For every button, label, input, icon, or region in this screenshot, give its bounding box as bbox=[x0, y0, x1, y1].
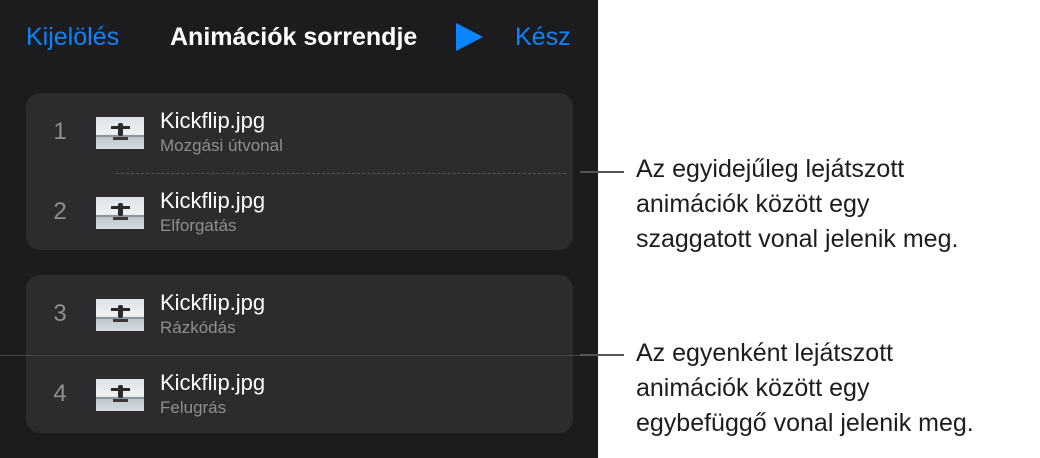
panel-title: Animációk sorrendje bbox=[170, 23, 418, 51]
kickflip-thumbnail-image bbox=[96, 379, 144, 411]
kickflip-thumbnail-image bbox=[96, 299, 144, 331]
callout-dashed-line-text: Az egyidejűleg lejátszott animációk közö… bbox=[636, 152, 1036, 257]
animation-effect-label: Felugrás bbox=[160, 398, 227, 417]
build-order-number: 4 bbox=[53, 380, 67, 407]
callout-text-line: animációk között egy bbox=[636, 190, 870, 218]
build-order-number: 3 bbox=[53, 300, 67, 327]
callout-leader-line bbox=[580, 354, 624, 356]
animation-row[interactable]: 2 Kickflip.jpg Elforgatás bbox=[26, 173, 573, 253]
kickflip-thumbnail-image bbox=[96, 117, 144, 149]
animation-effect-label: Rázkódás bbox=[160, 318, 236, 337]
callout-text-line: Az egyidejűleg lejátszott bbox=[636, 155, 905, 183]
callout-text-line: Az egyenként lejátszott bbox=[636, 339, 894, 367]
animation-group-simultaneous: 1 Kickflip.jpg Mozgási útvonal 2 Kickfli… bbox=[26, 93, 573, 250]
animation-row[interactable]: 4 Kickflip.jpg Felugrás bbox=[26, 355, 573, 435]
file-name: Kickflip.jpg bbox=[160, 370, 266, 395]
done-button[interactable]: Kész bbox=[515, 22, 571, 52]
file-name: Kickflip.jpg bbox=[160, 188, 266, 213]
callout-solid-line-text: Az egyenként lejátszott animációk között… bbox=[636, 336, 1036, 441]
build-order-number: 1 bbox=[53, 118, 67, 145]
callout-text-line: szaggatott vonal jelenik meg. bbox=[636, 225, 959, 253]
animation-effect-label: Mozgási útvonal bbox=[160, 136, 283, 155]
solid-separator bbox=[0, 355, 598, 356]
play-icon[interactable] bbox=[456, 23, 483, 51]
callout-leader-line bbox=[580, 171, 624, 173]
kickflip-thumbnail-image bbox=[96, 197, 144, 229]
animation-order-panel: Kijelölés Animációk sorrendje Kész 1 Kic… bbox=[0, 0, 598, 458]
animation-row[interactable]: 1 Kickflip.jpg Mozgási útvonal bbox=[26, 93, 573, 174]
build-order-number: 2 bbox=[53, 198, 67, 225]
animation-row[interactable]: 3 Kickflip.jpg Rázkódás bbox=[26, 275, 573, 355]
callout-text-line: animációk között egy bbox=[636, 374, 870, 402]
animation-group-sequential: 3 Kickflip.jpg Rázkódás 4 Kickflip.jpg F… bbox=[26, 275, 573, 433]
callout-text-line: egybefüggő vonal jelenik meg. bbox=[636, 409, 974, 437]
file-name: Kickflip.jpg bbox=[160, 108, 266, 133]
select-button[interactable]: Kijelölés bbox=[26, 22, 119, 52]
file-name: Kickflip.jpg bbox=[160, 290, 266, 315]
animation-effect-label: Elforgatás bbox=[160, 216, 237, 235]
